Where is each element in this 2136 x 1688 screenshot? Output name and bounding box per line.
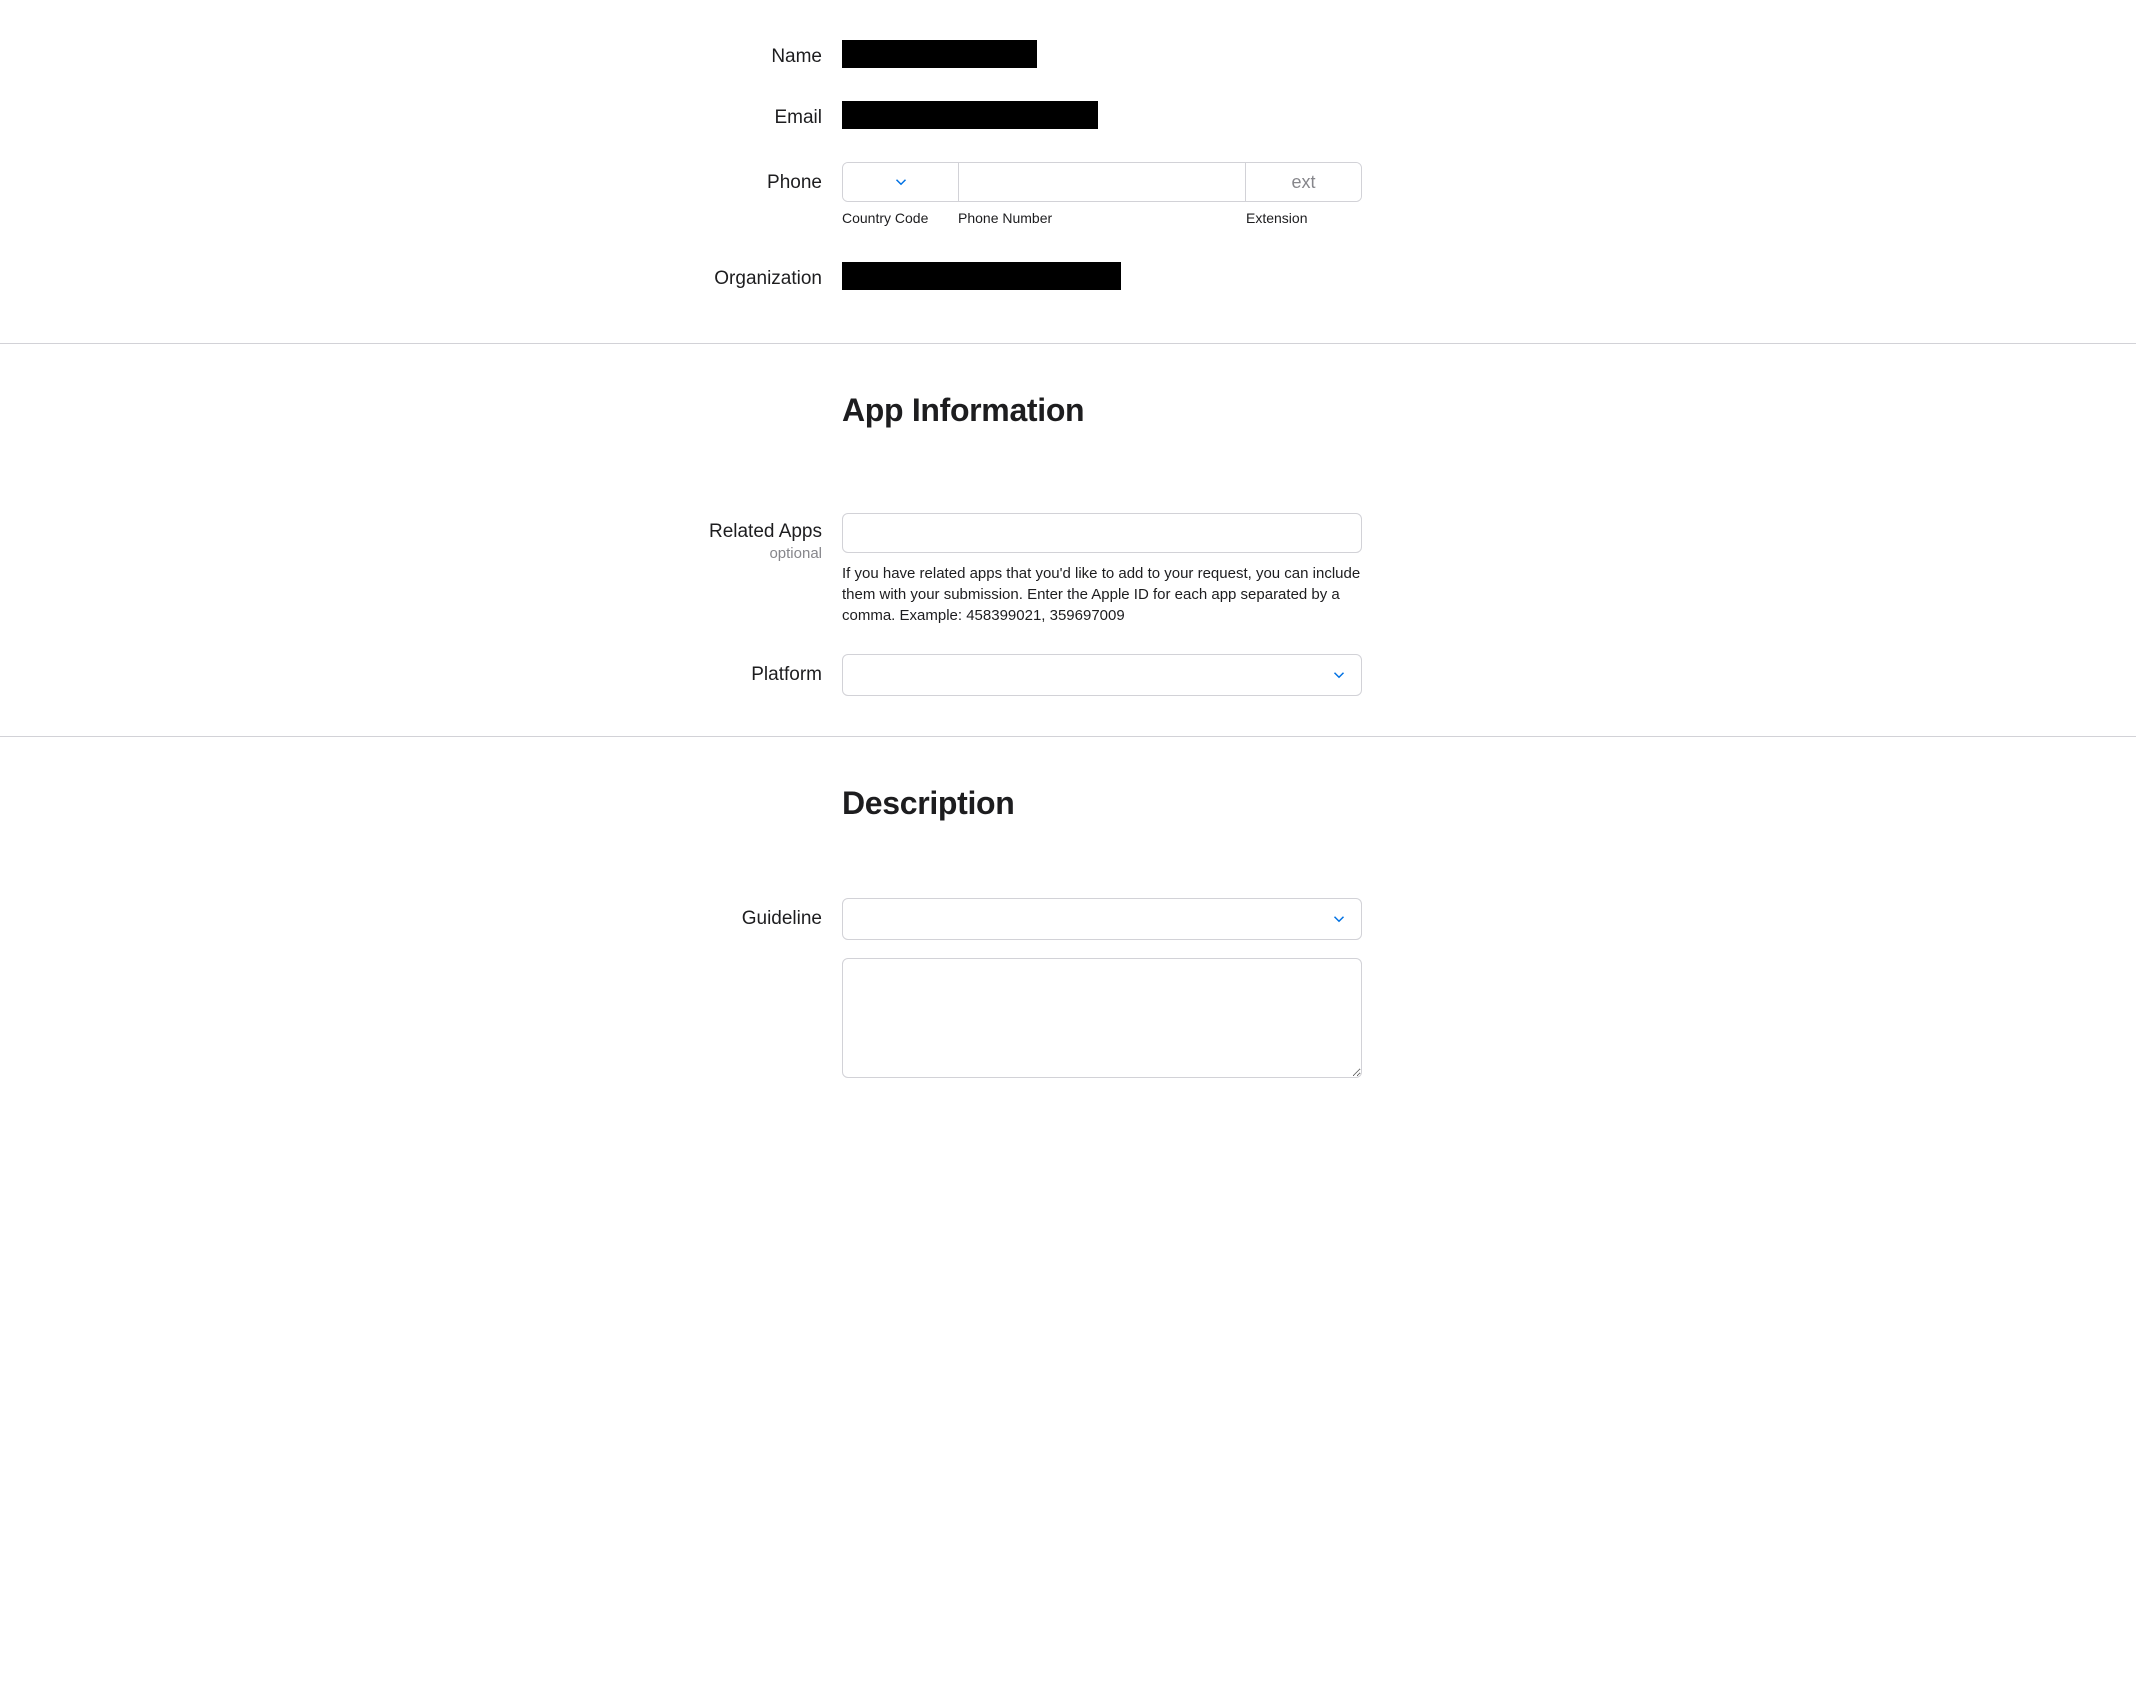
section-divider: [0, 343, 2136, 344]
description-heading: Description: [842, 785, 1362, 822]
organization-value-redacted: [842, 262, 1121, 290]
email-label: Email: [774, 107, 822, 128]
platform-select[interactable]: [842, 654, 1362, 696]
email-value-redacted: [842, 101, 1098, 129]
guideline-label: Guideline: [742, 908, 822, 929]
organization-label: Organization: [714, 268, 822, 289]
phone-label: Phone: [767, 172, 822, 193]
platform-label: Platform: [751, 664, 822, 685]
name-label: Name: [771, 46, 822, 67]
related-apps-input[interactable]: [842, 513, 1362, 553]
name-value-redacted: [842, 40, 1037, 68]
extension-sublabel: Extension: [1246, 210, 1362, 226]
guideline-select[interactable]: [842, 898, 1362, 940]
app-information-heading: App Information: [842, 392, 1362, 429]
phone-extension-input[interactable]: [1245, 163, 1361, 201]
optional-label: optional: [552, 545, 822, 562]
related-apps-help-text: If you have related apps that you'd like…: [842, 563, 1362, 626]
chevron-down-icon: [892, 173, 910, 191]
phone-number-input[interactable]: [959, 163, 1245, 201]
country-code-select[interactable]: [843, 163, 959, 201]
phone-number-sublabel: Phone Number: [958, 210, 1246, 226]
country-code-sublabel: Country Code: [842, 210, 958, 226]
section-divider: [0, 736, 2136, 737]
related-apps-label: Related Apps: [709, 521, 822, 542]
description-textarea[interactable]: [842, 958, 1362, 1078]
